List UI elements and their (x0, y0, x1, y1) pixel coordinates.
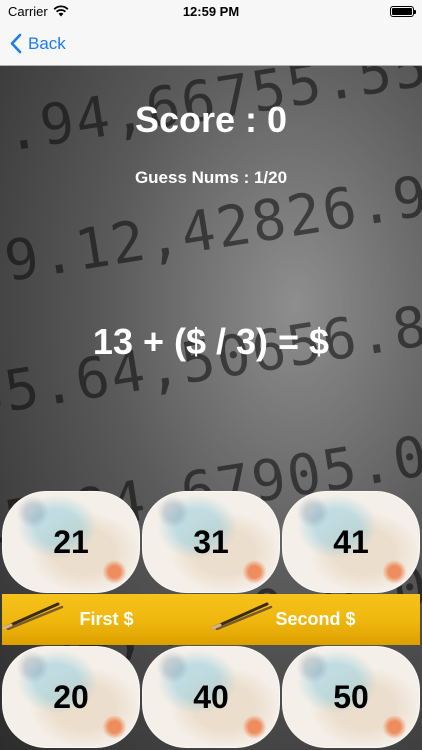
game-area: 5.94,66755.55,7,0.0,1 59.12,42826.99,0,0… (0, 66, 422, 750)
second-answer-slot[interactable]: Second $ (211, 594, 420, 645)
equation-label: 13 + ($ / 3) = $ (92, 321, 330, 362)
status-left: Carrier (8, 4, 69, 19)
tile-value: 41 (333, 523, 369, 560)
pencils-icon (211, 602, 273, 630)
number-tile[interactable]: 40 (142, 646, 280, 748)
second-slot-label: Second $ (275, 609, 356, 629)
tile-value: 31 (193, 523, 229, 560)
battery-full-icon (390, 5, 416, 17)
wifi-icon (53, 5, 69, 17)
tile-value: 40 (193, 678, 229, 715)
guess-count-label: Guess Nums : 1/20 (134, 168, 288, 187)
battery-level (392, 7, 412, 15)
navigation-bar: Back (0, 22, 422, 66)
tile-value: 50 (333, 678, 369, 715)
carrier-label: Carrier (8, 3, 48, 19)
tile-value: 20 (53, 678, 89, 715)
status-bar: Carrier 12:59 PM (0, 0, 422, 22)
first-answer-slot[interactable]: First $ (2, 594, 211, 645)
first-slot-label: First $ (79, 609, 134, 629)
back-button[interactable]: Back (10, 33, 66, 54)
number-tile[interactable]: 50 (282, 646, 420, 748)
number-tile[interactable]: 21 (2, 491, 140, 593)
pencils-icon (2, 602, 64, 630)
score-label: Score : 0 (134, 99, 288, 140)
number-tile[interactable]: 41 (282, 491, 420, 593)
number-tile[interactable]: 31 (142, 491, 280, 593)
tile-value: 21 (53, 523, 89, 560)
back-label: Back (28, 33, 66, 53)
chevron-left-icon (10, 33, 22, 54)
number-tile[interactable]: 20 (2, 646, 140, 748)
